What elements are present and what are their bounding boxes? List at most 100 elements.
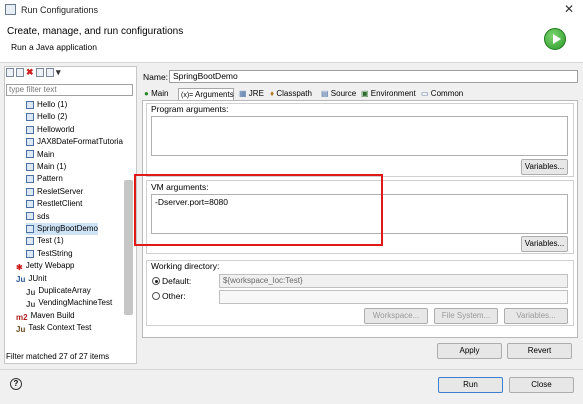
tab-classpath[interactable]: ♦ Classpath <box>268 88 320 100</box>
tree-item[interactable]: Hello (2) <box>26 111 67 123</box>
tree-item-label: Helloworld <box>37 124 75 134</box>
java-app-icon <box>26 249 34 258</box>
default-label: Default: <box>162 276 192 286</box>
other-radio[interactable] <box>152 292 160 300</box>
tree-item-label: Main <box>37 149 55 159</box>
delete-icon[interactable]: ✖ <box>26 68 34 77</box>
default-directory-field: ${workspace_loc:Test} <box>219 274 568 288</box>
tree-scrollbar[interactable] <box>124 180 133 315</box>
common-tab-icon: ▭ <box>421 89 429 98</box>
header-subtitle: Run a Java application <box>11 42 98 52</box>
program-variables-button[interactable]: Variables... <box>521 159 568 175</box>
run-icon <box>544 28 566 50</box>
other-label: Other: <box>162 291 186 301</box>
working-dir-variables-button[interactable]: Variables... <box>504 308 568 324</box>
tree-item[interactable]: Pattern <box>26 173 63 185</box>
jre-tab-icon: ▦ <box>239 89 247 98</box>
tree-item-label: Maven Build <box>30 310 75 320</box>
tree-item[interactable]: Test (1) <box>26 235 64 247</box>
task-context-icon: Ju <box>16 325 26 335</box>
name-label: Name: <box>143 72 169 82</box>
main-tab-icon: ● <box>144 89 149 98</box>
view-menu-icon[interactable]: ▾ <box>56 68 64 77</box>
environment-tab-icon: ▣ <box>361 89 369 98</box>
run-button[interactable]: Run <box>438 377 503 393</box>
junit-icon: Ju <box>16 275 26 285</box>
jetty-icon: ✱ <box>16 263 23 273</box>
file-system-button[interactable]: File System... <box>434 308 498 324</box>
tree-item-label: SpringBootDemo <box>37 224 98 233</box>
working-directory-label: Working directory: <box>151 261 220 271</box>
collapse-all-icon[interactable] <box>36 68 44 77</box>
tree-item-label: Jetty Webapp <box>25 261 75 271</box>
tab-main[interactable]: ● Main <box>142 88 180 100</box>
tree-item-label: Task Context Test <box>28 323 92 333</box>
classpath-tab-icon: ♦ <box>270 89 275 98</box>
tree-item[interactable]: Ju VendingMachineTest <box>26 297 112 309</box>
tree-item-label: JAX8DateFormatTutoria <box>37 137 123 147</box>
java-app-icon <box>26 237 34 246</box>
apply-button[interactable]: Apply <box>437 343 502 359</box>
dialog-header: Create, manage, and run configurations R… <box>0 20 583 63</box>
duplicate-icon[interactable] <box>16 68 24 77</box>
tree-item-label: Test (1) <box>37 236 64 246</box>
java-app-icon <box>26 187 34 196</box>
tree-item[interactable]: ResletServer <box>26 186 83 198</box>
tree-item[interactable]: sds <box>26 211 49 223</box>
tab-source[interactable]: ▤ Source <box>319 88 359 100</box>
java-app-icon <box>26 150 34 159</box>
tree-item[interactable]: JAX8DateFormatTutoria <box>26 136 123 148</box>
tree-item[interactable]: m2 Maven Build <box>16 310 75 322</box>
program-arguments-field[interactable] <box>151 116 568 156</box>
tree-item-label: Hello (1) <box>37 100 68 109</box>
tree-item-label: Pattern <box>37 174 63 184</box>
java-app-icon <box>26 175 34 184</box>
help-icon[interactable]: ? <box>10 378 22 390</box>
tree-item[interactable]: RestletClient <box>26 198 82 210</box>
tree-item[interactable]: Ju JUnit <box>16 273 47 285</box>
tree-item[interactable]: Hello (1) <box>26 99 67 111</box>
window-title: Run Configurations <box>21 5 99 15</box>
tree-item[interactable]: Helloworld <box>26 124 74 136</box>
filter-icon[interactable] <box>46 68 54 77</box>
junit-test-icon: Ju <box>26 300 36 310</box>
tree-item-label: JUnit <box>28 273 47 283</box>
tree-item-label: Hello (2) <box>37 112 68 122</box>
tree-item-label: Main (1) <box>37 162 67 171</box>
left-toolbar: ✖ ▾ <box>6 68 66 80</box>
tree-item-label: TestString <box>37 248 73 258</box>
tree-item-label: VendingMachineTest <box>38 298 113 308</box>
filter-status: Filter matched 27 of 27 items <box>6 352 110 361</box>
tree-item[interactable]: Main (1) <box>26 161 66 173</box>
revert-button[interactable]: Revert <box>507 343 572 359</box>
source-tab-icon: ▤ <box>321 89 329 98</box>
tree-item-label: RestletClient <box>37 199 83 209</box>
tree-item[interactable]: SpringBootDemo <box>26 223 98 235</box>
tree-item[interactable]: Ju Task Context Test <box>16 322 91 334</box>
tree-item[interactable]: Ju DuplicateArray <box>26 285 91 297</box>
filter-input[interactable]: type filter text <box>6 84 133 96</box>
tree-item-label: ResletServer <box>37 186 84 196</box>
java-app-icon <box>26 125 34 134</box>
tree-item[interactable]: TestString <box>26 248 73 260</box>
close-window-icon[interactable]: ✕ <box>564 2 574 16</box>
java-app-icon <box>26 100 34 109</box>
tab-environment[interactable]: ▣ Environment <box>359 88 419 100</box>
tree-item-label: DuplicateArray <box>38 286 91 295</box>
junit-test-icon: Ju <box>26 287 36 297</box>
java-app-icon <box>26 162 34 171</box>
java-app-icon <box>26 113 34 122</box>
vm-variables-button[interactable]: Variables... <box>521 236 568 252</box>
name-input[interactable]: SpringBootDemo <box>169 70 578 83</box>
tree-item[interactable]: Main <box>26 149 54 161</box>
tree-item[interactable]: ✱ Jetty Webapp <box>16 260 74 272</box>
close-button[interactable]: Close <box>509 377 574 393</box>
other-directory-field <box>219 290 568 304</box>
default-radio[interactable] <box>152 277 160 285</box>
tab-common[interactable]: ▭ Common <box>419 88 467 100</box>
new-configuration-icon[interactable] <box>6 68 14 77</box>
tab-jre[interactable]: ▦ JRE <box>237 88 271 100</box>
workspace-button[interactable]: Workspace... <box>364 308 428 324</box>
header-title: Create, manage, and run configurations <box>7 26 184 37</box>
java-app-icon <box>26 224 34 233</box>
